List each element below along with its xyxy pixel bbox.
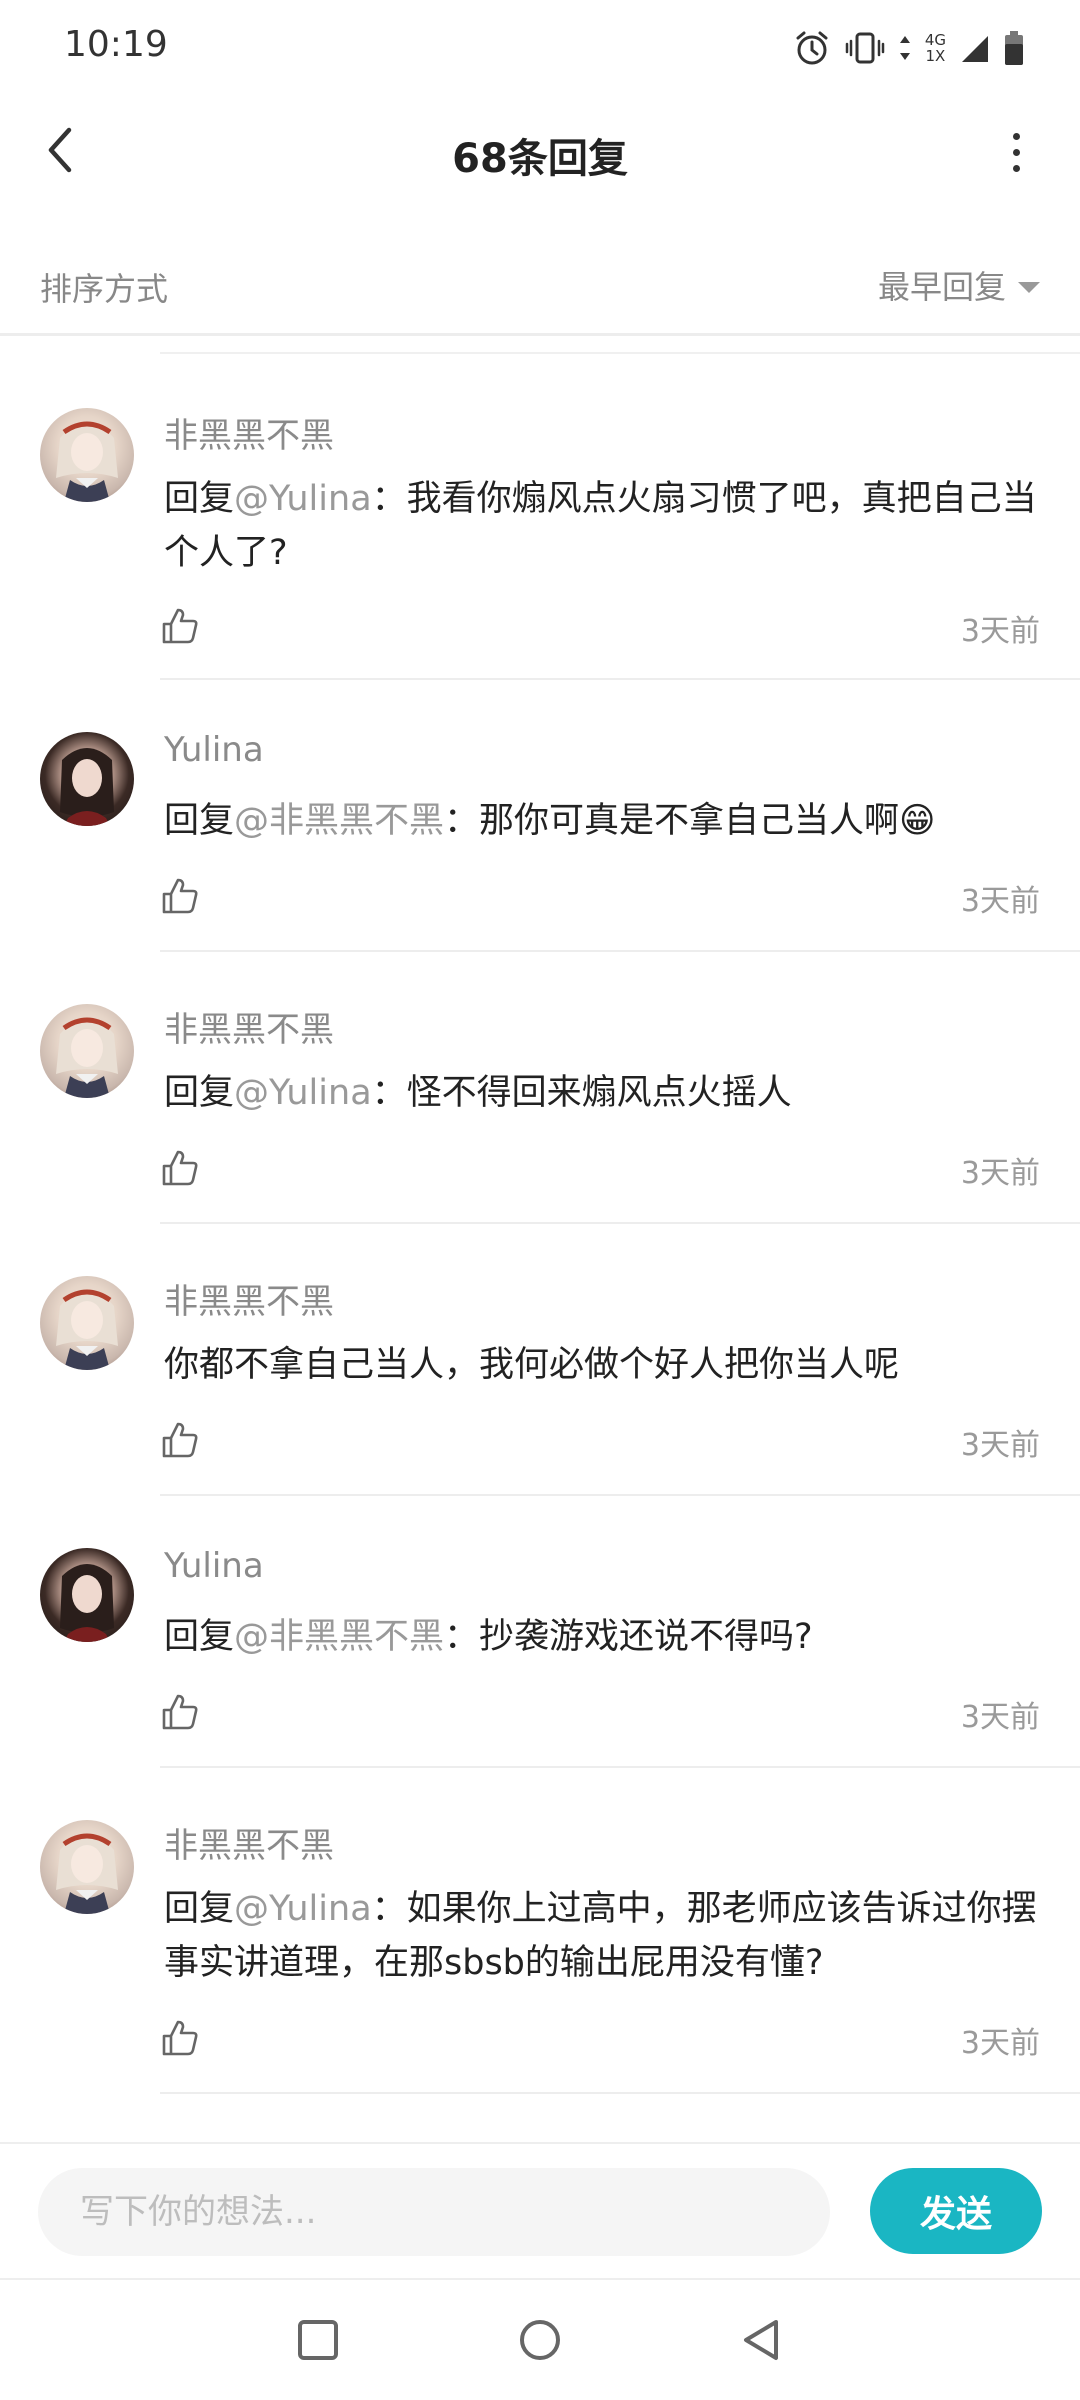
avatar[interactable]	[40, 1004, 134, 1098]
more-options-button[interactable]	[996, 124, 1036, 180]
comment-input-bar: 发送	[0, 2142, 1080, 2278]
sort-dropdown[interactable]: 最早回复	[878, 262, 1040, 308]
back-nav-button[interactable]	[736, 2314, 788, 2366]
girl-avatar-icon	[60, 1564, 114, 1642]
thumbs-up-icon[interactable]	[160, 876, 200, 916]
comment-item: 非黑黑不黑 回复@Yulina：我看你煽风点火扇习惯了吧，真把自己当个人了? 3…	[0, 354, 1080, 680]
avatar[interactable]	[40, 1820, 134, 1914]
comment-body: 你都不拿自己当人，我何必做个好人把你当人呢	[164, 1345, 900, 1385]
comment-text: 回复@Yulina：我看你煽风点火扇习惯了吧，真把自己当个人了?	[164, 472, 1040, 580]
comment-author[interactable]: 非黑黑不黑	[164, 1002, 334, 1051]
anime-avatar-icon	[56, 1289, 118, 1370]
comment-item: 非黑黑不黑 回复@Yulina：怪不得回来煽风点火摇人 3天前	[0, 952, 1080, 1224]
sort-bar: 排序方式 最早回复	[0, 240, 1080, 336]
comment-input[interactable]	[38, 2168, 830, 2256]
comment-text: 回复@Yulina：如果你上过高中，那老师应该告诉过你摆事实讲道理，在那sbsb…	[164, 1882, 1040, 1990]
comment-text: 回复@Yulina：怪不得回来煽风点火摇人	[164, 1066, 1040, 1120]
thumbs-up-icon[interactable]	[160, 1420, 200, 1460]
comment-divider	[160, 2092, 1080, 2094]
network-label: 4G 1X	[925, 32, 946, 64]
comment-author[interactable]: 非黑黑不黑	[164, 1818, 334, 1867]
status-time: 10:19	[64, 24, 168, 65]
comment-body: ：那你可真是不拿自己当人啊😁	[444, 801, 936, 841]
comment-time: 3天前	[960, 614, 1040, 649]
mention-link[interactable]: @Yulina	[234, 1073, 372, 1113]
comment-time: 3天前	[960, 1428, 1040, 1463]
comment-text: 你都不拿自己当人，我何必做个好人把你当人呢	[164, 1338, 1040, 1392]
send-button[interactable]: 发送	[870, 2168, 1042, 2254]
comment-time: 3天前	[960, 1700, 1040, 1735]
comment-text: 回复@非黑黑不黑：抄袭游戏还说不得吗?	[164, 1610, 1040, 1664]
more-vertical-icon	[1012, 132, 1020, 140]
reply-prefix: 回复	[164, 1889, 235, 1929]
comment-text: 回复@非黑黑不黑：那你可真是不拿自己当人啊😁	[164, 794, 1040, 848]
comment-item: 非黑黑不黑 回复@Yulina：如果你上过高中，那老师应该告诉过你摆事实讲道理，…	[0, 1768, 1080, 2094]
network-top: 4G	[924, 31, 946, 49]
system-nav-bar	[0, 2278, 1080, 2400]
avatar[interactable]	[40, 732, 134, 826]
comment-time: 3天前	[960, 2026, 1040, 2061]
avatar[interactable]	[40, 1276, 134, 1370]
comment-item: Yulina 回复@非黑黑不黑：抄袭游戏还说不得吗? 3天前	[0, 1496, 1080, 1768]
comment-author[interactable]: Yulina	[164, 730, 264, 770]
mention-link[interactable]: @非黑黑不黑	[234, 1617, 444, 1657]
comment-author[interactable]: Yulina	[164, 1546, 264, 1586]
header: 68条回复	[0, 96, 1080, 212]
thumbs-up-icon[interactable]	[160, 1148, 200, 1188]
thumbs-up-icon[interactable]	[160, 2018, 200, 2058]
comment-author[interactable]: 非黑黑不黑	[164, 1274, 334, 1323]
thumbs-up-icon[interactable]	[160, 606, 200, 646]
network-bottom: 1X	[925, 47, 946, 65]
page-title: 68条回复	[452, 136, 628, 182]
anime-avatar-icon	[56, 1017, 118, 1098]
comment-item: 非黑黑不黑 你都不拿自己当人，我何必做个好人把你当人呢 3天前	[0, 1224, 1080, 1496]
data-arrows-icon	[899, 36, 910, 60]
square-icon	[298, 2320, 338, 2360]
anime-avatar-icon	[56, 421, 118, 502]
girl-avatar-icon	[60, 748, 114, 826]
comment-time: 3天前	[960, 1156, 1040, 1191]
recent-apps-button[interactable]	[292, 2314, 344, 2366]
comment-body: ：怪不得回来煽风点火摇人	[371, 1073, 792, 1113]
mention-link[interactable]: @Yulina	[234, 479, 372, 519]
reply-prefix: 回复	[164, 801, 235, 841]
vibrate-icon	[845, 32, 885, 64]
home-button[interactable]	[514, 2314, 566, 2366]
comment-item: Yulina 回复@非黑黑不黑：那你可真是不拿自己当人啊😁 3天前	[0, 680, 1080, 952]
avatar[interactable]	[40, 408, 134, 502]
comment-time: 3天前	[960, 884, 1040, 919]
status-bar: 10:19 4G 1X	[0, 0, 1080, 96]
reply-prefix: 回复	[164, 479, 235, 519]
comment-body: ：抄袭游戏还说不得吗?	[444, 1617, 813, 1657]
sort-label: 排序方式	[40, 270, 169, 308]
caret-down-icon	[1018, 281, 1040, 293]
alarm-icon	[796, 31, 828, 65]
thumbs-up-icon[interactable]	[160, 1692, 200, 1732]
circle-icon	[520, 2320, 560, 2360]
reply-prefix: 回复	[164, 1617, 235, 1657]
battery-icon	[1005, 31, 1023, 65]
triangle-back-icon	[744, 2320, 778, 2360]
reply-prefix: 回复	[164, 1073, 235, 1113]
avatar[interactable]	[40, 1548, 134, 1642]
sort-selected-value: 最早回复	[877, 268, 1006, 306]
mention-link[interactable]: @非黑黑不黑	[234, 801, 444, 841]
signal-icon	[962, 36, 988, 62]
anime-avatar-icon	[56, 1833, 118, 1914]
comment-list[interactable]: 非黑黑不黑 回复@Yulina：我看你煽风点火扇习惯了吧，真把自己当个人了? 3…	[0, 354, 1080, 2142]
status-icons: 4G 1X	[793, 26, 1024, 70]
comment-author[interactable]: 非黑黑不黑	[164, 408, 334, 457]
mention-link[interactable]: @Yulina	[234, 1889, 372, 1929]
